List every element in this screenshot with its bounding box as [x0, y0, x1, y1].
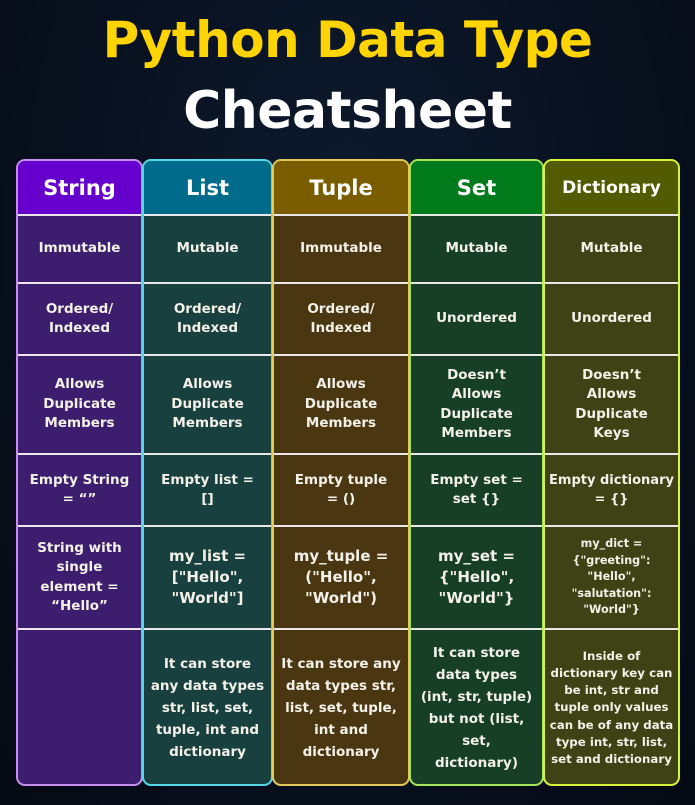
cell-ordering: Unordered	[411, 284, 542, 356]
cell-text: Empty dictionary = {}	[549, 472, 674, 508]
cell-ordering: Unordered	[545, 284, 678, 356]
cell-text: my_dict = {"greeting": "Hello", "salutat…	[571, 537, 652, 617]
cell-example: String with single element = “Hello”	[18, 527, 141, 630]
title-line-2: Cheatsheet	[183, 81, 512, 141]
column-list: List Mutable Ordered/ Indexed Allows Dup…	[142, 159, 273, 786]
column-string: String Immutable Ordered/ Indexed Allows…	[16, 159, 143, 786]
cell-duplicates: Allows Duplicate Members	[18, 356, 141, 455]
cell-empty: Empty list = []	[144, 455, 271, 527]
cell-text: my_set = {"Hello", "World"}	[438, 547, 515, 607]
column-header: List	[144, 161, 271, 216]
cell-duplicates: Doesn’t Allows Duplicate Members	[411, 356, 542, 455]
cell-mutability: Immutable	[18, 216, 141, 284]
column-header: Set	[411, 161, 542, 216]
cell-text: Ordered/ Indexed	[173, 300, 242, 337]
cell-notes	[18, 630, 141, 784]
cell-text: Allows Duplicate Members	[43, 376, 116, 432]
cell-text: Ordered/ Indexed	[307, 300, 375, 337]
cell-duplicates: Allows Duplicate Members	[274, 356, 408, 455]
cell-ordering: Ordered/ Indexed	[144, 284, 271, 356]
column-set: Set Mutable Unordered Doesn’t Allows Dup…	[409, 159, 544, 786]
cell-notes: It can store any data types str, list, s…	[144, 630, 271, 784]
cell-text: my_tuple = ("Hello", "World")	[293, 547, 389, 607]
cell-mutability: Immutable	[274, 216, 408, 284]
cell-text: Doesn’t Allows Duplicate Keys	[575, 366, 648, 442]
cell-empty: Empty String = “”	[18, 455, 141, 527]
cell-text: Doesn’t Allows Duplicate Members	[440, 366, 513, 442]
cell-text: Empty list = []	[161, 471, 254, 508]
cell-text: my_list = ["Hello", "World"]	[168, 547, 247, 607]
cell-text: Allows Duplicate Members	[304, 376, 378, 432]
cell-text: Empty tuple = ()	[294, 471, 388, 508]
cell-text: It can store any data types str, list, s…	[281, 656, 401, 760]
cell-text: Inside of dictionary key can be int, str…	[549, 648, 674, 766]
cell-ordering: Ordered/ Indexed	[274, 284, 408, 356]
cell-ordering: Ordered/ Indexed	[18, 284, 141, 356]
cell-text: Empty set = set {}	[430, 471, 523, 508]
cell-notes: It can store data types (int, str, tuple…	[411, 630, 542, 784]
cell-empty: Empty set = set {}	[411, 455, 542, 527]
cell-example: my_dict = {"greeting": "Hello", "salutat…	[545, 527, 678, 630]
cell-example: my_list = ["Hello", "World"]	[144, 527, 271, 630]
cell-empty: Empty tuple = ()	[274, 455, 408, 527]
cell-mutability: Mutable	[411, 216, 542, 284]
column-dictionary: Dictionary Mutable Unordered Doesn’t All…	[543, 159, 680, 786]
column-header: String	[18, 161, 141, 216]
cell-example: my_set = {"Hello", "World"}	[411, 527, 542, 630]
cell-mutability: Mutable	[545, 216, 678, 284]
column-header: Tuple	[274, 161, 408, 216]
cell-duplicates: Doesn’t Allows Duplicate Keys	[545, 356, 678, 455]
cell-text: Allows Duplicate Members	[171, 376, 244, 432]
cell-example: my_tuple = ("Hello", "World")	[274, 527, 408, 630]
cell-mutability: Mutable	[144, 216, 271, 284]
cell-text: Ordered/ Indexed	[45, 300, 114, 337]
cell-empty: Empty dictionary = {}	[545, 455, 678, 527]
title-line-1: Python Data Type	[102, 11, 593, 69]
cell-duplicates: Allows Duplicate Members	[144, 356, 271, 455]
column-header: Dictionary	[545, 161, 678, 216]
column-tuple: Tuple Immutable Ordered/ Indexed Allows …	[272, 159, 410, 786]
cell-text: String with single element = “Hello”	[37, 539, 122, 615]
cell-text: It can store data types (int, str, tuple…	[420, 645, 533, 771]
cell-text: It can store any data types str, list, s…	[150, 656, 265, 760]
cell-text: Empty String = “”	[29, 471, 130, 508]
cell-notes: Inside of dictionary key can be int, str…	[545, 630, 678, 784]
cell-notes: It can store any data types str, list, s…	[274, 630, 408, 784]
